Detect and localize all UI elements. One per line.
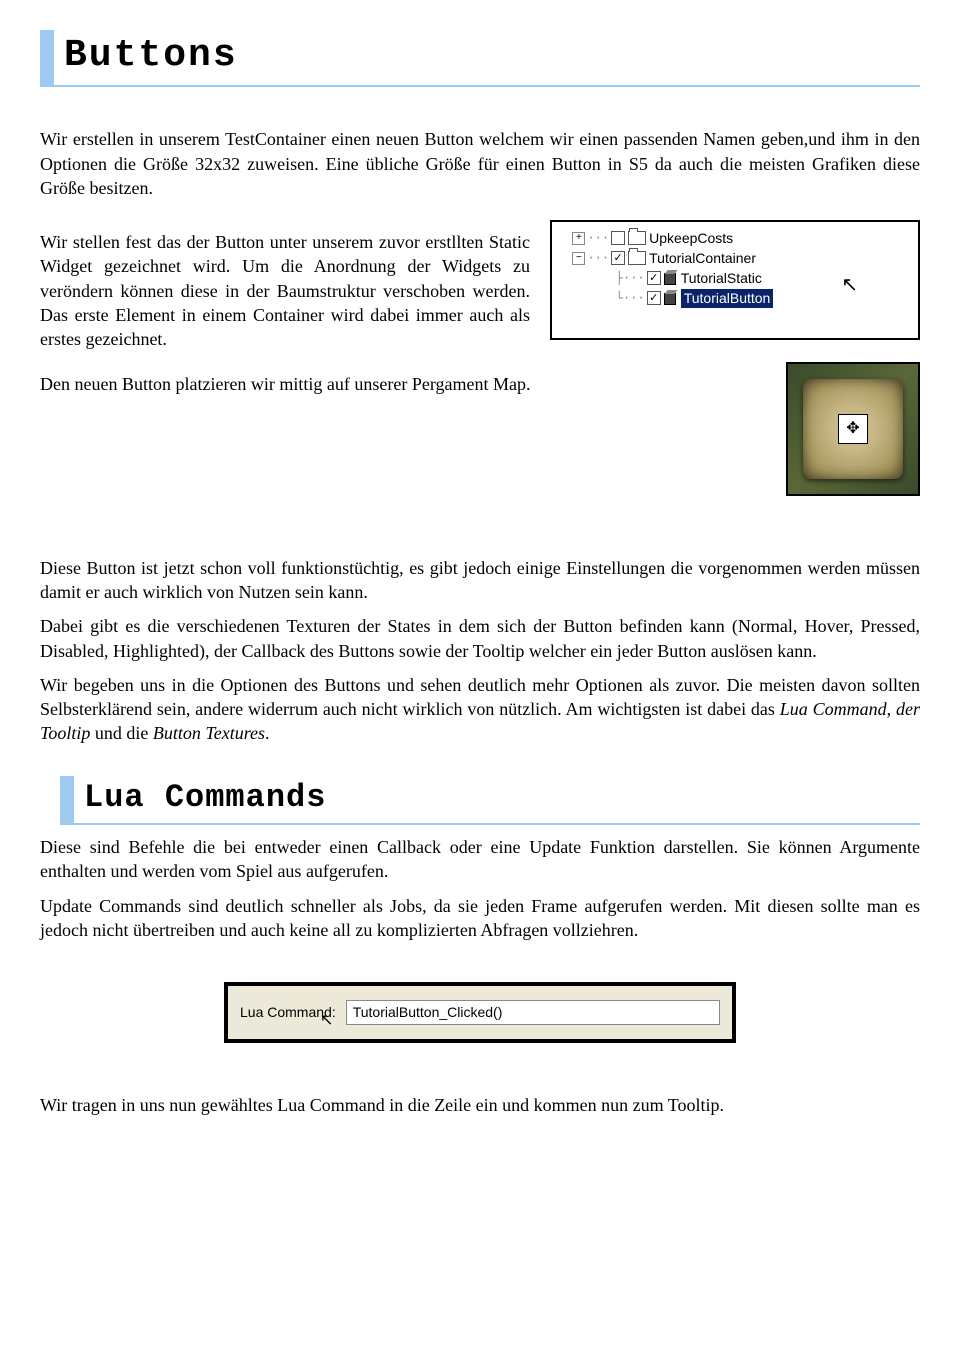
folder-open-icon	[628, 251, 646, 265]
widget-cube-icon	[664, 291, 678, 305]
expand-minus-icon: −	[572, 252, 585, 265]
widget-cube-icon	[664, 271, 678, 285]
paragraph-options: Wir begeben uns in die Optionen des Butt…	[40, 673, 920, 746]
tree-item-label: UpkeepCosts	[649, 229, 733, 248]
checkbox-checked-icon: ✓	[647, 271, 661, 285]
paragraph-intro: Wir erstellen in unserem TestContainer e…	[40, 127, 920, 200]
move-cursor-icon: ✥	[838, 414, 868, 444]
checkbox-checked-icon: ✓	[647, 291, 661, 305]
lua-command-input: TutorialButton_Clicked()	[346, 1000, 720, 1025]
folder-icon	[628, 231, 646, 245]
cursor-arrow-icon: ↖	[841, 272, 858, 299]
expand-plus-icon: +	[572, 232, 585, 245]
lua-command-screenshot: Lua Command: TutorialButton_Clicked() ↖	[224, 982, 736, 1043]
checkbox-checked-icon: ✓	[611, 251, 625, 265]
cursor-arrow-icon: ↖	[320, 1010, 333, 1032]
paragraph-lua-2: Update Commands sind deutlich schneller …	[40, 894, 920, 943]
paragraph-order: Wir stellen fest das der Button unter un…	[40, 230, 530, 351]
tree-item-label: TutorialStatic	[681, 269, 762, 288]
parchment-screenshot: ✥	[786, 362, 920, 496]
heading-lua-commands: Lua Commands	[60, 776, 920, 825]
tree-item-label: TutorialContainer	[649, 249, 756, 268]
tree-screenshot: + ··· UpkeepCosts − ··· ✓ TutorialContai…	[550, 220, 920, 340]
paragraph-states: Dabei gibt es die verschiedenen Texturen…	[40, 614, 920, 663]
parchment-texture: ✥	[803, 379, 903, 479]
checkbox-icon	[611, 231, 625, 245]
heading-buttons: Buttons	[40, 30, 920, 87]
paragraph-lua-3: Wir tragen in uns nun gewähltes Lua Comm…	[40, 1093, 920, 1117]
paragraph-functional: Diese Button ist jetzt schon voll funkti…	[40, 556, 920, 605]
paragraph-place: Den neuen Button platzieren wir mittig a…	[40, 372, 746, 396]
paragraph-lua-1: Diese sind Befehle die bei entweder eine…	[40, 835, 920, 884]
tree-item-selected: TutorialButton	[681, 289, 774, 308]
